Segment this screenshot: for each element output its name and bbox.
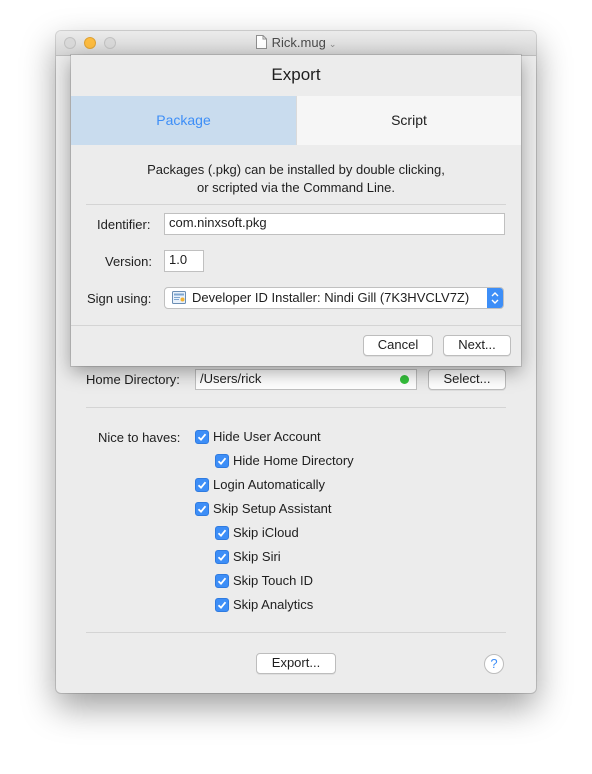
- chevron-updown-icon: [491, 292, 499, 304]
- certificate-icon: [172, 291, 186, 309]
- skip-siri-label[interactable]: Skip Siri: [233, 549, 281, 565]
- home-directory-label: Home Directory:: [86, 372, 180, 387]
- cancel-button[interactable]: Cancel: [363, 335, 433, 356]
- tab-script[interactable]: Script: [296, 96, 521, 145]
- skip-touch-id-checkbox[interactable]: [215, 574, 229, 588]
- export-sheet: Export Package Script Packages (.pkg) ca…: [71, 55, 521, 366]
- skip-siri-checkbox[interactable]: [215, 550, 229, 564]
- sign-using-label: Sign using:: [87, 291, 152, 306]
- hide-home-directory-checkbox[interactable]: [215, 454, 229, 468]
- checkmark-icon: [217, 553, 227, 562]
- skip-icloud-checkbox[interactable]: [215, 526, 229, 540]
- window-title[interactable]: Rick.mug ⌄: [56, 35, 536, 53]
- checkmark-icon: [197, 505, 207, 514]
- login-automatically-checkbox[interactable]: [195, 478, 209, 492]
- divider: [86, 632, 506, 633]
- skip-setup-assistant-checkbox[interactable]: [195, 502, 209, 516]
- popup-stepper[interactable]: [487, 288, 503, 308]
- status-ok-indicator: [400, 375, 409, 384]
- tab-bar: Package Script: [71, 96, 521, 145]
- checkmark-icon: [197, 433, 207, 442]
- checkmark-icon: [197, 481, 207, 490]
- identifier-field[interactable]: com.ninxsoft.pkg: [164, 213, 505, 235]
- package-description: Packages (.pkg) can be installed by doub…: [71, 161, 521, 197]
- home-directory-field[interactable]: /Users/rick: [195, 369, 417, 390]
- divider: [86, 407, 506, 408]
- version-field[interactable]: 1.0: [164, 250, 204, 272]
- checkmark-icon: [217, 577, 227, 586]
- export-button[interactable]: Export...: [256, 653, 336, 674]
- hide-user-account-label[interactable]: Hide User Account: [213, 429, 321, 445]
- checkmark-icon: [217, 457, 227, 466]
- window-title-text: Rick.mug: [271, 35, 326, 50]
- title-bar[interactable]: Rick.mug ⌄: [56, 31, 536, 56]
- help-icon[interactable]: ?: [484, 654, 504, 674]
- sign-using-value: Developer ID Installer: Nindi Gill (7K3H…: [192, 290, 470, 305]
- checkmark-icon: [217, 601, 227, 610]
- sheet-title: Export: [271, 65, 321, 84]
- hide-home-directory-label[interactable]: Hide Home Directory: [233, 453, 354, 469]
- divider: [86, 204, 506, 205]
- skip-analytics-checkbox[interactable]: [215, 598, 229, 612]
- description-line-2: or scripted via the Command Line.: [197, 180, 395, 195]
- skip-touch-id-label[interactable]: Skip Touch ID: [233, 573, 313, 589]
- next-button[interactable]: Next...: [443, 335, 511, 356]
- skip-analytics-label[interactable]: Skip Analytics: [233, 597, 313, 613]
- skip-icloud-label[interactable]: Skip iCloud: [233, 525, 299, 541]
- sign-using-popup[interactable]: Developer ID Installer: Nindi Gill (7K3H…: [164, 287, 504, 309]
- skip-setup-assistant-label[interactable]: Skip Setup Assistant: [213, 501, 332, 517]
- description-line-1: Packages (.pkg) can be installed by doub…: [147, 162, 445, 177]
- tab-package[interactable]: Package: [71, 96, 296, 145]
- login-automatically-label[interactable]: Login Automatically: [213, 477, 325, 493]
- checkmark-icon: [217, 529, 227, 538]
- select-button[interactable]: Select...: [428, 369, 506, 390]
- identifier-label: Identifier:: [97, 217, 151, 232]
- chevron-down-icon[interactable]: ⌄: [329, 36, 337, 52]
- hide-user-account-checkbox[interactable]: [195, 430, 209, 444]
- version-label: Version:: [105, 254, 152, 269]
- nice-to-haves-label: Nice to haves:: [98, 430, 181, 445]
- document-icon: [255, 35, 267, 53]
